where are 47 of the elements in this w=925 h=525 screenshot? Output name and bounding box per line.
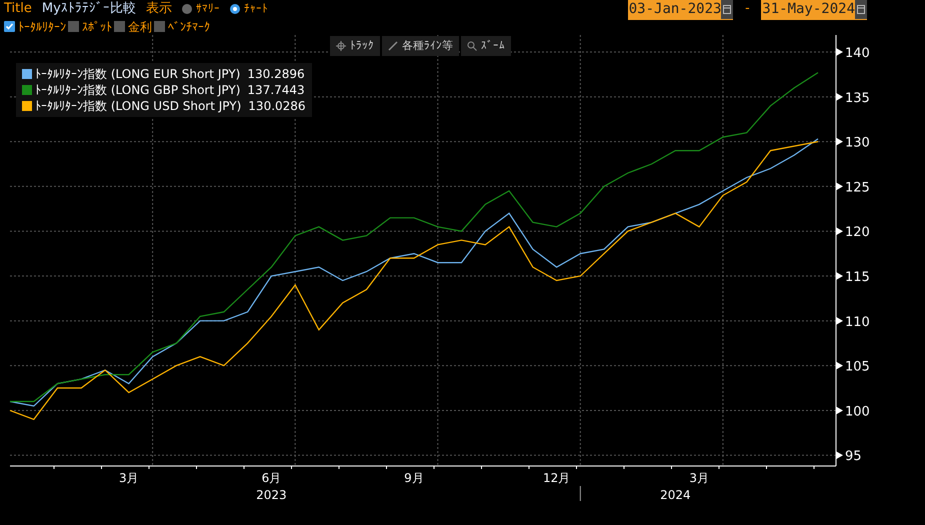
crosshair-icon — [336, 41, 346, 51]
strategy-title: Myｽﾄﾗﾃｼﾞｰ比較 — [42, 0, 136, 18]
start-date-field[interactable]: 03-Jan-2023 — [628, 0, 734, 20]
legend-value: 137.7443 — [247, 82, 305, 99]
filter-checkbox[interactable]: ﾄｰﾀﾙﾘﾀｰﾝ — [4, 18, 66, 36]
y-tick-label: 115 — [845, 270, 870, 286]
checkbox-icon — [68, 21, 79, 32]
y-tick-label: 120 — [845, 225, 870, 240]
y-tick-label: 130 — [845, 136, 870, 151]
search-icon — [467, 41, 477, 51]
legend-label: ﾄｰﾀﾙﾘﾀｰﾝ指数 (LONG USD Short JPY) — [35, 98, 242, 115]
filter-checkbox[interactable]: ｽﾎﾟｯﾄ — [68, 18, 112, 36]
year-label: 2024 — [660, 488, 691, 502]
y-tick-label: 110 — [845, 314, 870, 330]
y-tick-label: 135 — [845, 90, 870, 106]
checkbox-icon — [4, 21, 15, 32]
x-tick-label: 3月 — [119, 471, 139, 485]
y-tick-label: 140 — [845, 46, 870, 62]
x-tick-label: 9月 — [404, 471, 424, 485]
end-date-field[interactable]: 31-May-2024 — [761, 0, 867, 20]
y-tick-label: 95 — [845, 449, 862, 464]
legend-label: ﾄｰﾀﾙﾘﾀｰﾝ指数 (LONG GBP Short JPY) — [35, 82, 240, 99]
x-tick-label: 6月 — [262, 471, 282, 485]
x-tick-label: 12月 — [542, 471, 570, 485]
checkbox-icon — [154, 21, 165, 32]
chart-tool-button[interactable]: 各種ﾗｲﾝ等 — [382, 36, 459, 56]
y-tick-label: 125 — [845, 180, 870, 196]
view-radio[interactable]: ｻﾏﾘｰ — [182, 0, 220, 18]
y-tick-label: 100 — [845, 404, 870, 420]
checkbox-icon — [114, 21, 125, 32]
title-label: Title — [4, 0, 32, 18]
view-radio[interactable]: ﾁｬｰﾄ — [230, 0, 268, 18]
view-label: 表示 — [146, 0, 172, 18]
legend-value: 130.0286 — [248, 98, 306, 115]
filter-checkbox[interactable]: 金利 — [114, 18, 152, 36]
legend-label: ﾄｰﾀﾙﾘﾀｰﾝ指数 (LONG EUR Short JPY) — [35, 66, 240, 83]
y-tick-label: 105 — [845, 360, 870, 375]
calendar-icon[interactable] — [721, 0, 734, 18]
chart-tool-button[interactable]: ｽﾞｰﾑ — [461, 36, 511, 56]
year-label: 2023 — [256, 488, 287, 502]
legend-value: 130.2896 — [247, 66, 305, 83]
date-separator: - — [743, 0, 752, 18]
pencil-icon — [388, 41, 398, 51]
calendar-icon[interactable] — [855, 0, 867, 18]
filter-checkbox[interactable]: ﾍﾞﾝﾁﾏｰｸ — [154, 18, 210, 36]
chart-tool-button[interactable]: ﾄﾗｯｸ — [330, 36, 380, 56]
x-tick-label: 3月 — [689, 471, 709, 485]
